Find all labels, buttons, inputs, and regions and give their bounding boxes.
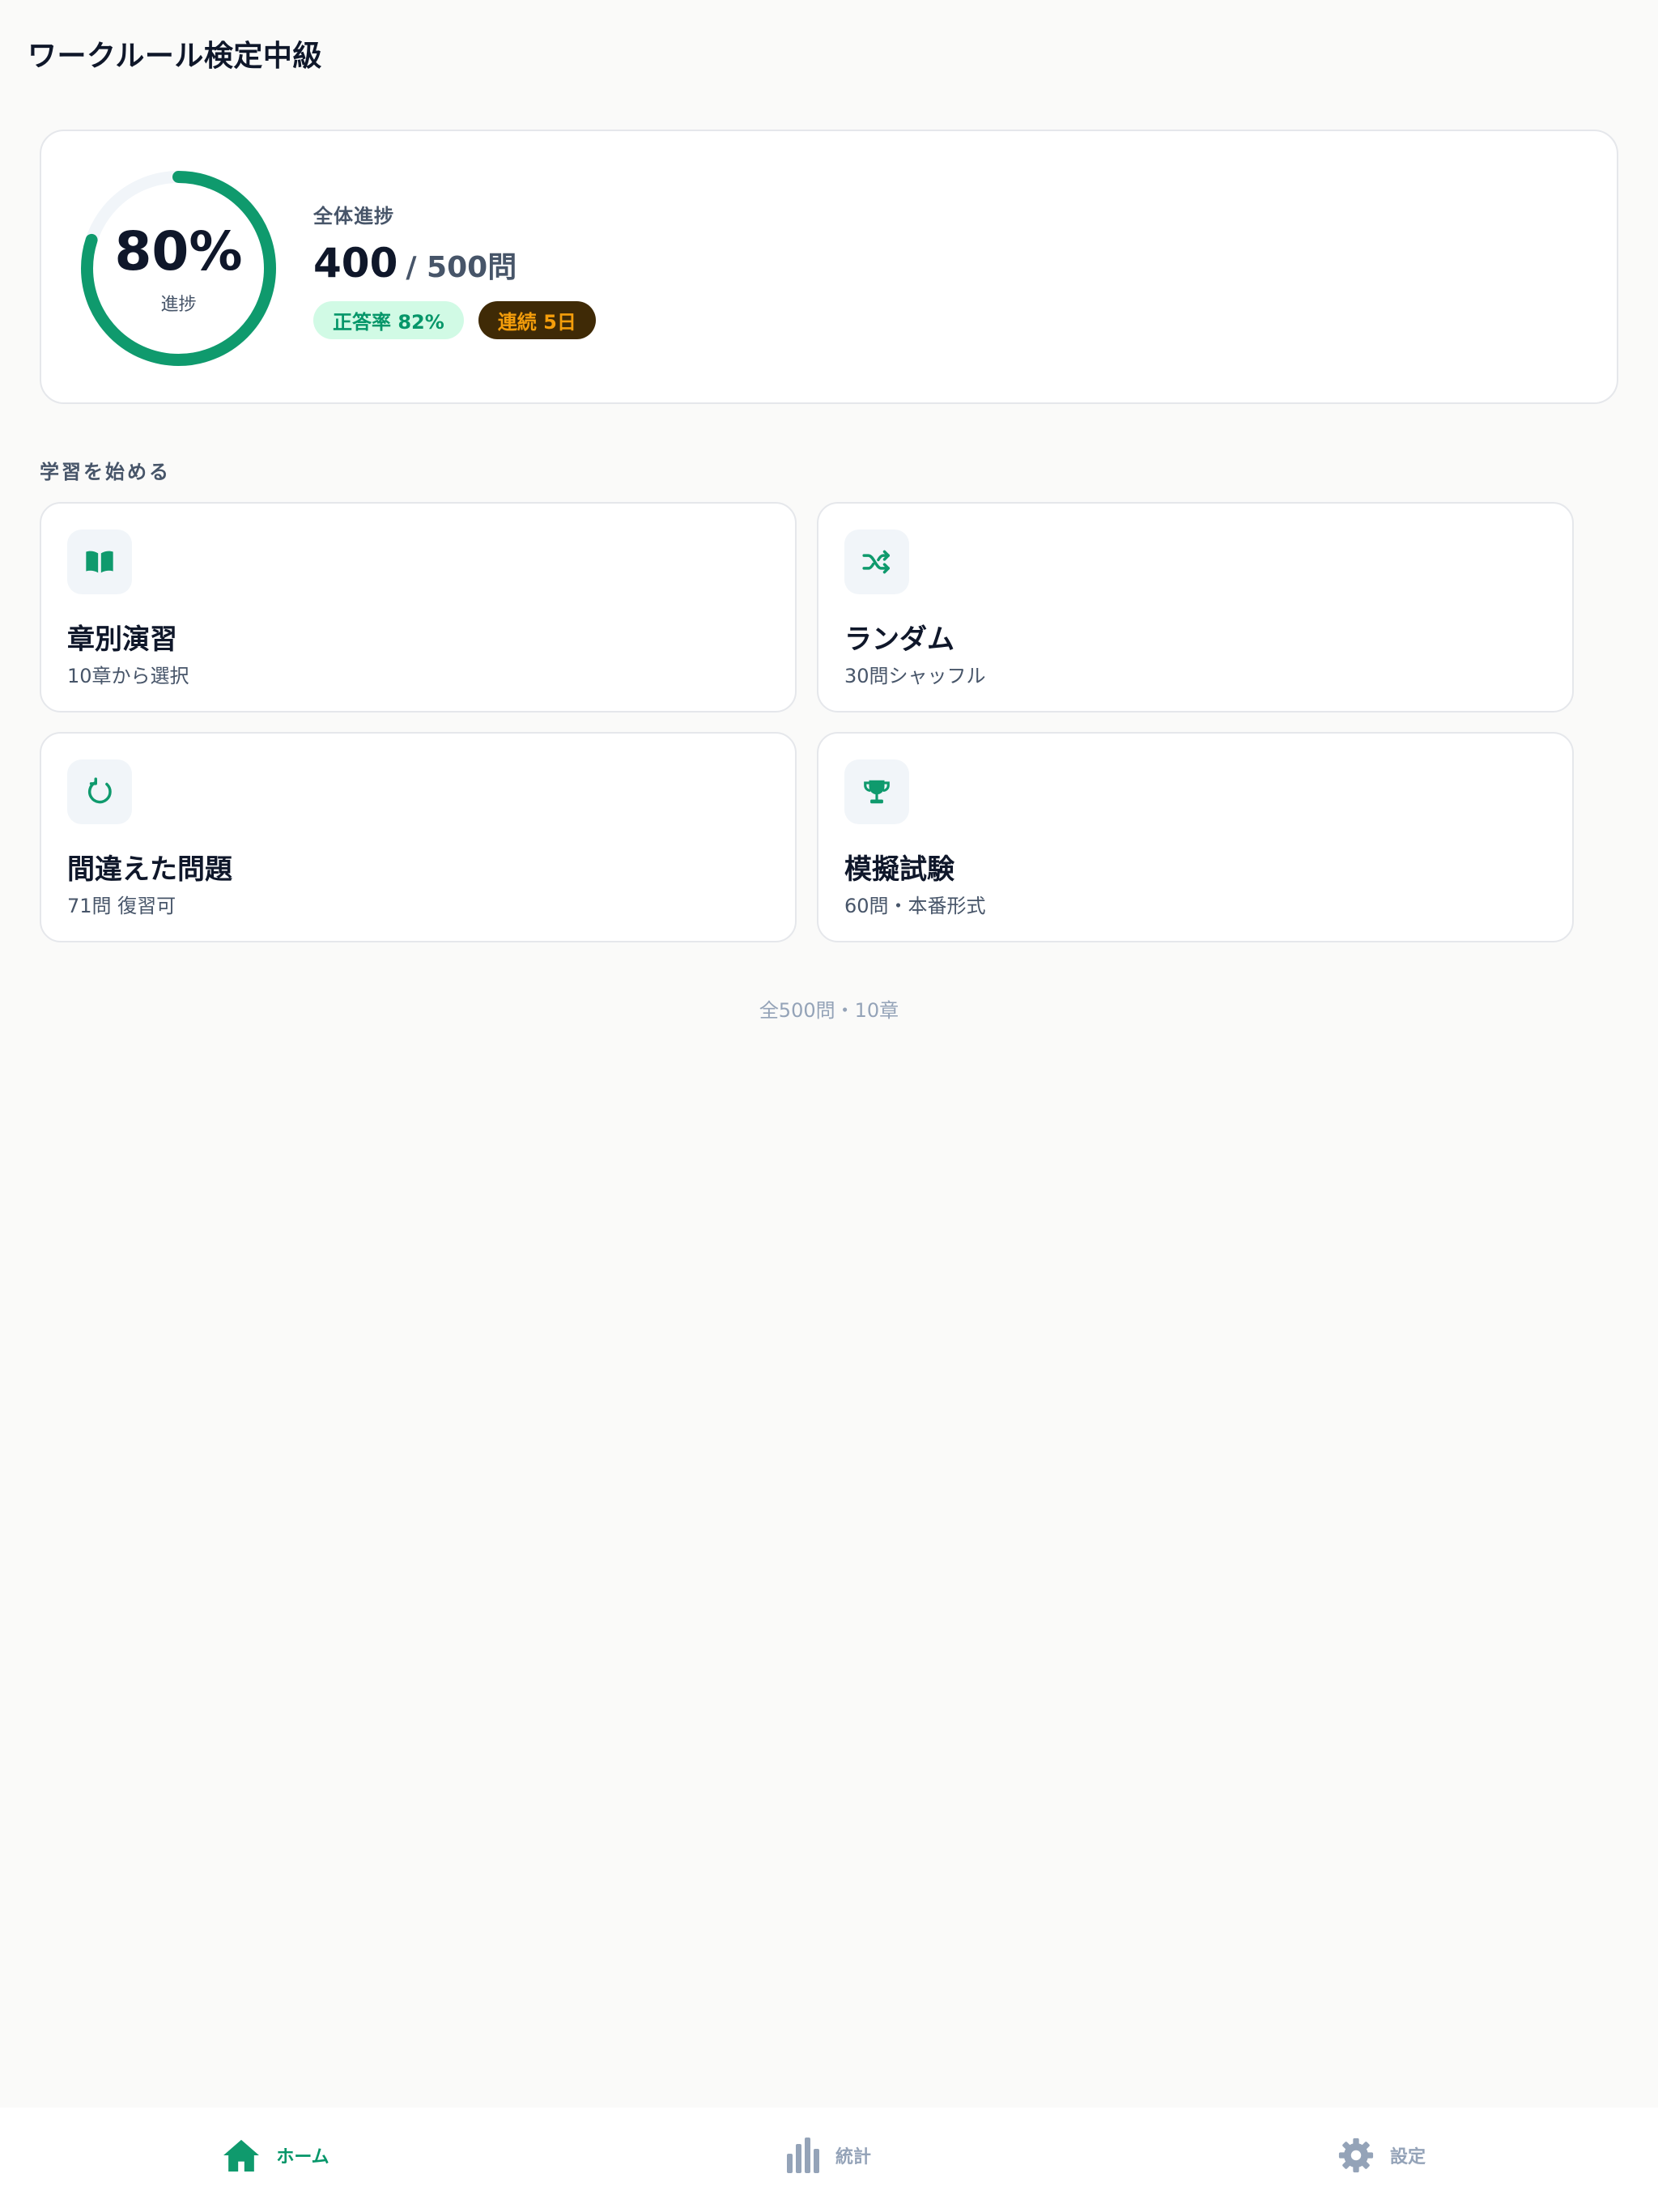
bar-chart-icon [786, 2137, 819, 2173]
question-bank-summary: 全500問・10章 [759, 999, 899, 1022]
mode-description: 60問・本番形式 [844, 895, 986, 917]
nav-item-settings[interactable]: 設定 [1106, 2108, 1658, 2212]
mode-title: 模擬試験 [844, 853, 954, 886]
progress-ring: 80% 進捗 [79, 169, 278, 368]
home-screen: ワークルール検定中級 80% 進捗 全体進捗 400 / 500問 正答率 82… [0, 0, 1658, 2212]
mode-title: ランダム [844, 623, 954, 656]
book-open-icon [67, 530, 132, 594]
question-count: 400 / 500問 [313, 240, 596, 287]
start-study-heading: 学習を始める [40, 461, 171, 483]
mode-title: 間違えた問題 [67, 853, 232, 886]
app-title: ワークルール検定中級 [28, 40, 322, 73]
nav-label: 設定 [1389, 2146, 1426, 2167]
mode-title: 章別演習 [67, 623, 177, 656]
bottom-nav: ホーム 統計 設定 [0, 2108, 1658, 2212]
chapter-practice-card[interactable]: 章別演習 10章から選択 [40, 502, 797, 713]
progress-ring-caption: 進捗 [160, 294, 197, 315]
nav-item-home[interactable]: ホーム [0, 2108, 552, 2212]
progress-stats: 全体進捗 400 / 500問 正答率 82% 連続 5日 [313, 200, 596, 339]
answered-count: 400 [313, 240, 398, 287]
total-count: / 500問 [406, 251, 517, 284]
study-mode-grid: 章別演習 10章から選択 ランダム 30問シャッフル 間違えた問題 71問 復習… [40, 502, 1575, 943]
random-mode-card[interactable]: ランダム 30問シャッフル [817, 502, 1574, 713]
progress-card: 80% 進捗 全体進捗 400 / 500問 正答率 82% 連続 5日 [40, 130, 1618, 404]
shuffle-icon [844, 530, 909, 594]
home-icon [223, 2139, 260, 2172]
stat-badges: 正答率 82% 連続 5日 [313, 301, 596, 339]
trophy-icon [844, 759, 909, 824]
mock-exam-card[interactable]: 模擬試験 60問・本番形式 [817, 732, 1574, 942]
mode-description: 71問 復習可 [67, 895, 176, 917]
mode-description: 10章から選択 [67, 665, 189, 687]
nav-label: ホーム [276, 2146, 329, 2167]
missed-questions-card[interactable]: 間違えた問題 71問 復習可 [40, 732, 797, 942]
overall-progress-label: 全体進捗 [313, 205, 394, 228]
accuracy-badge: 正答率 82% [313, 301, 464, 339]
nav-label: 統計 [835, 2146, 871, 2167]
nav-item-stats[interactable]: 統計 [553, 2108, 1105, 2212]
gear-icon [1338, 2138, 1374, 2172]
refresh-icon [67, 759, 132, 824]
mode-description: 30問シャッフル [844, 665, 986, 687]
streak-badge: 連続 5日 [478, 301, 596, 339]
progress-percent: 80% [114, 219, 243, 283]
